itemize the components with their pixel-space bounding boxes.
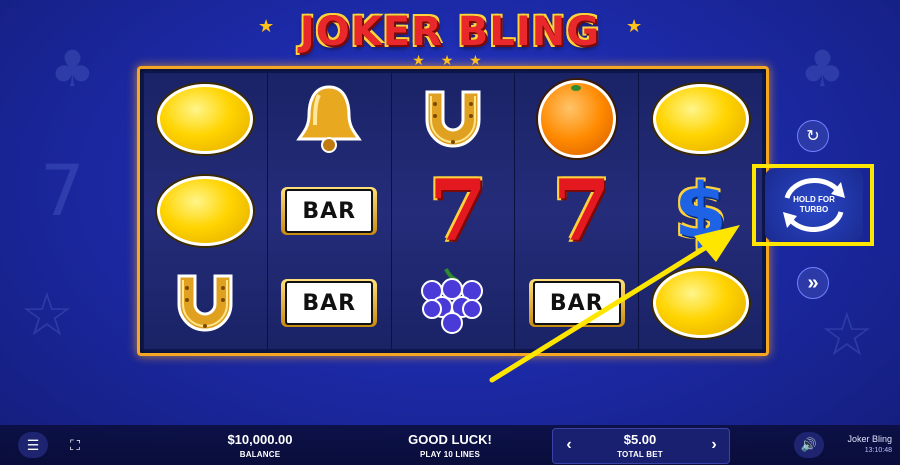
lemon-icon [652, 84, 749, 154]
dollar-icon: $ [674, 171, 727, 251]
background-decoration: ☆ [820, 300, 874, 370]
balance-label: BALANCE [239, 450, 281, 459]
reel-column: 7 [391, 73, 516, 349]
seven-icon: 7 [553, 169, 612, 253]
star-icon: ★ [258, 16, 275, 36]
chevron-right-icon: › [711, 436, 717, 453]
autoplay-button[interactable]: ↻ [797, 120, 829, 152]
bell-icon [296, 85, 362, 153]
reel-symbol: BAR [528, 263, 625, 343]
bet-decrease-button[interactable]: ‹ [558, 433, 580, 457]
reel-symbol [405, 263, 501, 343]
game-logo: JOKER BLING ★ ★ ★ [260, 10, 640, 68]
reel-symbol [529, 79, 625, 159]
sound-button[interactable]: 🔊 [794, 432, 824, 458]
bar-icon: BAR [528, 279, 625, 327]
reel-column [144, 73, 268, 349]
reel-symbol [157, 79, 254, 159]
lemon-icon [652, 268, 749, 338]
reel-grid: BAR BAR 7 7 BAR $ [137, 66, 769, 356]
seven-label: 7 [428, 161, 488, 260]
balance-value: $10,000.00 [227, 432, 293, 447]
orange-icon [537, 80, 616, 158]
reel-column: BAR BAR [267, 73, 392, 349]
fullscreen-button[interactable]: ⛶ [60, 432, 90, 458]
reel-symbol [652, 79, 749, 159]
star-icon: ★ [626, 16, 643, 36]
seven-label: 7 [552, 161, 612, 260]
reel-column: $ [639, 73, 762, 349]
speaker-icon: 🔊 [800, 437, 818, 453]
horseshoe-icon [177, 274, 233, 332]
seven-icon: 7 [429, 169, 488, 253]
reel-symbol: $ [653, 171, 749, 251]
autoplay-icon: ↻ [806, 128, 820, 145]
lemon-icon [157, 176, 254, 246]
background-decoration: 7 [40, 150, 85, 232]
highlight-box [752, 164, 874, 246]
menu-icon: ☰ [26, 436, 40, 453]
reel-column: 7 BAR [515, 73, 640, 349]
fast-forward-icon: » [807, 271, 819, 294]
background-decoration: ♣ [800, 40, 845, 98]
status-text: GOOD LUCK! [408, 432, 492, 447]
game-title: JOKER BLING [299, 9, 601, 55]
grapes-icon [420, 268, 483, 334]
reel-symbol: 7 [405, 169, 501, 253]
total-bet-value: $5.00 [623, 432, 657, 447]
bar-icon: BAR [281, 279, 378, 327]
menu-button[interactable]: ☰ [18, 432, 48, 458]
background-decoration: ♣ [50, 40, 95, 98]
chevron-left-icon: ‹ [566, 436, 572, 453]
lemon-icon [157, 84, 254, 154]
bet-increase-button[interactable]: › [703, 433, 725, 457]
background-decoration: ☆ [20, 280, 74, 350]
fullscreen-icon: ⛶ [70, 436, 80, 453]
clock: 13:10:48 [864, 447, 892, 454]
reel-symbol [157, 171, 254, 251]
reel-symbol [405, 79, 501, 159]
reel-symbol [281, 79, 377, 159]
reel-symbol: BAR [281, 263, 378, 343]
game-name: Joker Bling [847, 434, 892, 444]
horseshoe-icon [425, 90, 481, 148]
dollar-label: $ [674, 166, 728, 255]
reel-symbol: BAR [281, 171, 378, 251]
total-bet-label: TOTAL BET [617, 450, 663, 459]
reel-symbol: 7 [529, 169, 625, 253]
bar-icon: BAR [281, 187, 378, 235]
bar-label: BAR [285, 281, 374, 325]
logo-stars: ★ ★ ★ [412, 52, 488, 68]
fast-forward-button[interactable]: » [797, 267, 829, 299]
lines-label: PLAY 10 LINES [420, 450, 480, 459]
bar-label: BAR [285, 189, 374, 233]
bar-label: BAR [532, 281, 621, 325]
reel-symbol [157, 263, 253, 343]
reel-symbol [652, 263, 749, 343]
